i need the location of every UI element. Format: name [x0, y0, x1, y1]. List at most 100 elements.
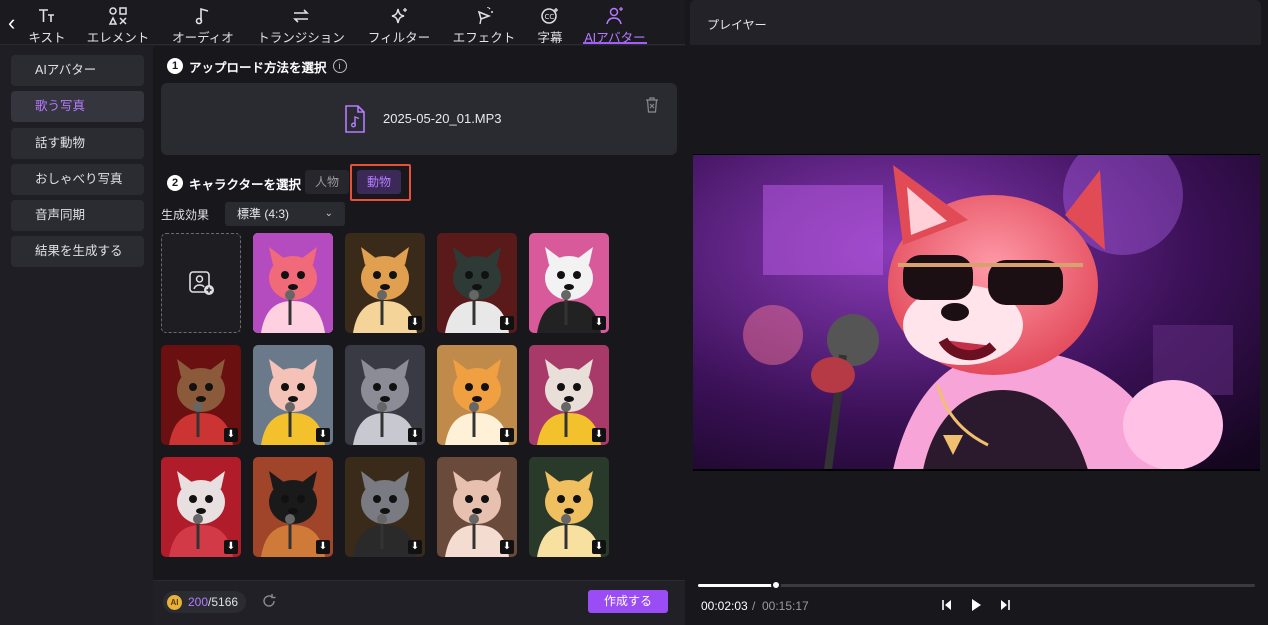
character-thumbnail[interactable]: ⬇ — [529, 457, 609, 557]
character-thumbnail[interactable]: ⬇ — [253, 345, 333, 445]
bottom-bar: AI 200 /5166 作成する — [153, 580, 685, 625]
character-thumbnail[interactable] — [253, 233, 333, 333]
credits-total: /5166 — [208, 595, 239, 609]
scrubber-handle[interactable] — [770, 580, 781, 590]
audio-file-icon — [343, 105, 367, 133]
tab-label: エフェクト — [452, 31, 516, 45]
singing-fox-frame — [693, 155, 1260, 470]
play-icon[interactable] — [969, 598, 983, 612]
effect-value: 標準 (4:3) — [237, 207, 290, 221]
trash-icon[interactable] — [645, 97, 659, 113]
character-thumbnail[interactable]: ⬇ — [345, 457, 425, 557]
tab-label: エレメント — [86, 31, 150, 45]
info-icon[interactable]: i — [332, 59, 347, 73]
player-header: プレイヤー — [690, 0, 1261, 45]
tab-ai-avatar[interactable]: AIアバター — [580, 0, 650, 45]
ai-avatar-icon — [605, 6, 625, 26]
tab-elements[interactable]: エレメント — [83, 0, 153, 45]
text-icon — [37, 6, 57, 26]
character-thumbnail[interactable]: ⬇ — [345, 345, 425, 445]
add-character-button[interactable] — [161, 233, 241, 333]
download-icon[interactable]: ⬇ — [408, 428, 422, 442]
tab-label: オーディオ — [172, 31, 234, 45]
step-number: 2 — [167, 175, 183, 191]
sparkle-icon — [389, 6, 409, 26]
tab-filter[interactable]: フィルター — [363, 0, 435, 45]
player-panel: プレイヤー 00:02:03 / 00:15:17 — [690, 0, 1268, 625]
download-icon[interactable]: ⬇ — [592, 540, 606, 554]
sidebar-item-singing-photo[interactable]: 歌う写真 — [11, 91, 144, 122]
refresh-icon[interactable] — [261, 593, 277, 609]
credits-used: 200 — [188, 595, 209, 609]
download-icon[interactable]: ⬇ — [500, 540, 514, 554]
video-preview[interactable] — [693, 155, 1260, 470]
chevron-down-icon: ⌄ — [324, 208, 333, 219]
sidebar-item-talking-photo[interactable]: おしゃべり写真 — [11, 164, 144, 195]
character-thumbnail[interactable]: ⬇ — [161, 457, 241, 557]
download-icon[interactable]: ⬇ — [408, 316, 422, 330]
character-thumbnail[interactable]: ⬇ — [253, 457, 333, 557]
sidebar-item-ai-avatar[interactable]: AIアバター — [11, 55, 144, 86]
ai-coin-icon: AI — [167, 594, 182, 610]
credits-pill: AI 200 /5166 — [163, 591, 247, 613]
character-thumbnail[interactable]: ⬇ — [437, 233, 517, 333]
active-tab-indicator — [583, 42, 647, 44]
sidebar-item-talking-animal[interactable]: 話す動物 — [11, 128, 144, 159]
caption-icon: CC — [540, 6, 560, 26]
download-icon[interactable]: ⬇ — [592, 316, 606, 330]
character-image — [253, 233, 333, 333]
transition-arrows-icon — [291, 6, 311, 26]
scrubber-progress — [698, 584, 776, 587]
download-icon[interactable]: ⬇ — [224, 540, 238, 554]
tab-text[interactable]: キスト — [22, 0, 72, 45]
effect-icon — [474, 6, 494, 26]
step2-title: キャラクターを選択 — [189, 177, 302, 192]
tab-people[interactable]: 人物 — [305, 170, 350, 194]
tab-audio[interactable]: オーディオ — [167, 0, 239, 45]
svg-text:CC: CC — [545, 13, 555, 21]
character-thumbnail[interactable]: ⬇ — [161, 345, 241, 445]
download-icon[interactable]: ⬇ — [408, 540, 422, 554]
current-time: 00:02:03 — [701, 599, 748, 613]
step-number: 1 — [167, 58, 183, 74]
top-toolbar: ‹ キスト エレメント オーディオ トランジション フィルター エフェクト CC… — [0, 0, 685, 45]
character-thumbnail[interactable]: ⬇ — [529, 345, 609, 445]
main-content: 1 アップロード方法を選択 i 2025-05-20_01.MP3 2 キャラク… — [153, 46, 685, 625]
step1-title: アップロード方法を選択 — [189, 60, 327, 75]
highlight-box — [350, 164, 411, 201]
character-thumbnail[interactable]: ⬇ — [437, 345, 517, 445]
download-icon[interactable]: ⬇ — [224, 428, 238, 442]
sidebar-item-generate-result[interactable]: 結果を生成する — [11, 236, 144, 267]
effect-label: 生成効果 — [161, 208, 210, 222]
create-button[interactable]: 作成する — [588, 590, 668, 613]
character-thumbnail[interactable]: ⬇ — [345, 233, 425, 333]
download-icon[interactable]: ⬇ — [316, 540, 330, 554]
effect-dropdown[interactable]: 標準 (4:3) ⌄ — [225, 202, 345, 226]
add-portrait-icon — [189, 271, 214, 295]
tab-label: フィルター — [367, 31, 431, 45]
tab-label: 字幕 — [537, 31, 563, 45]
tab-label: キスト — [28, 31, 66, 45]
total-time: 00:15:17 — [762, 599, 809, 613]
playback-scrubber[interactable] — [698, 580, 1255, 590]
character-thumbnail[interactable]: ⬇ — [529, 233, 609, 333]
tab-effect[interactable]: エフェクト — [449, 0, 519, 45]
download-icon[interactable]: ⬇ — [500, 316, 514, 330]
next-frame-icon[interactable] — [998, 598, 1012, 612]
download-icon[interactable]: ⬇ — [500, 428, 514, 442]
elements-icon — [108, 6, 128, 26]
file-name: 2025-05-20_01.MP3 — [383, 111, 502, 126]
download-icon[interactable]: ⬇ — [316, 428, 330, 442]
tab-transition[interactable]: トランジション — [254, 0, 348, 45]
player-title: プレイヤー — [707, 18, 767, 32]
left-panel: ‹ キスト エレメント オーディオ トランジション フィルター エフェクト CC… — [0, 0, 685, 625]
character-thumbnail[interactable]: ⬇ — [437, 457, 517, 557]
tab-label: トランジション — [257, 31, 345, 45]
tab-caption[interactable]: CC 字幕 — [530, 0, 570, 45]
sidebar: AIアバター 歌う写真 話す動物 おしゃべり写真 音声同期 結果を生成する — [0, 46, 153, 625]
previous-frame-icon[interactable] — [940, 598, 954, 612]
sidebar-item-audio-sync[interactable]: 音声同期 — [11, 200, 144, 231]
music-note-icon — [193, 6, 213, 26]
download-icon[interactable]: ⬇ — [592, 428, 606, 442]
uploaded-file-card[interactable]: 2025-05-20_01.MP3 — [161, 83, 677, 155]
